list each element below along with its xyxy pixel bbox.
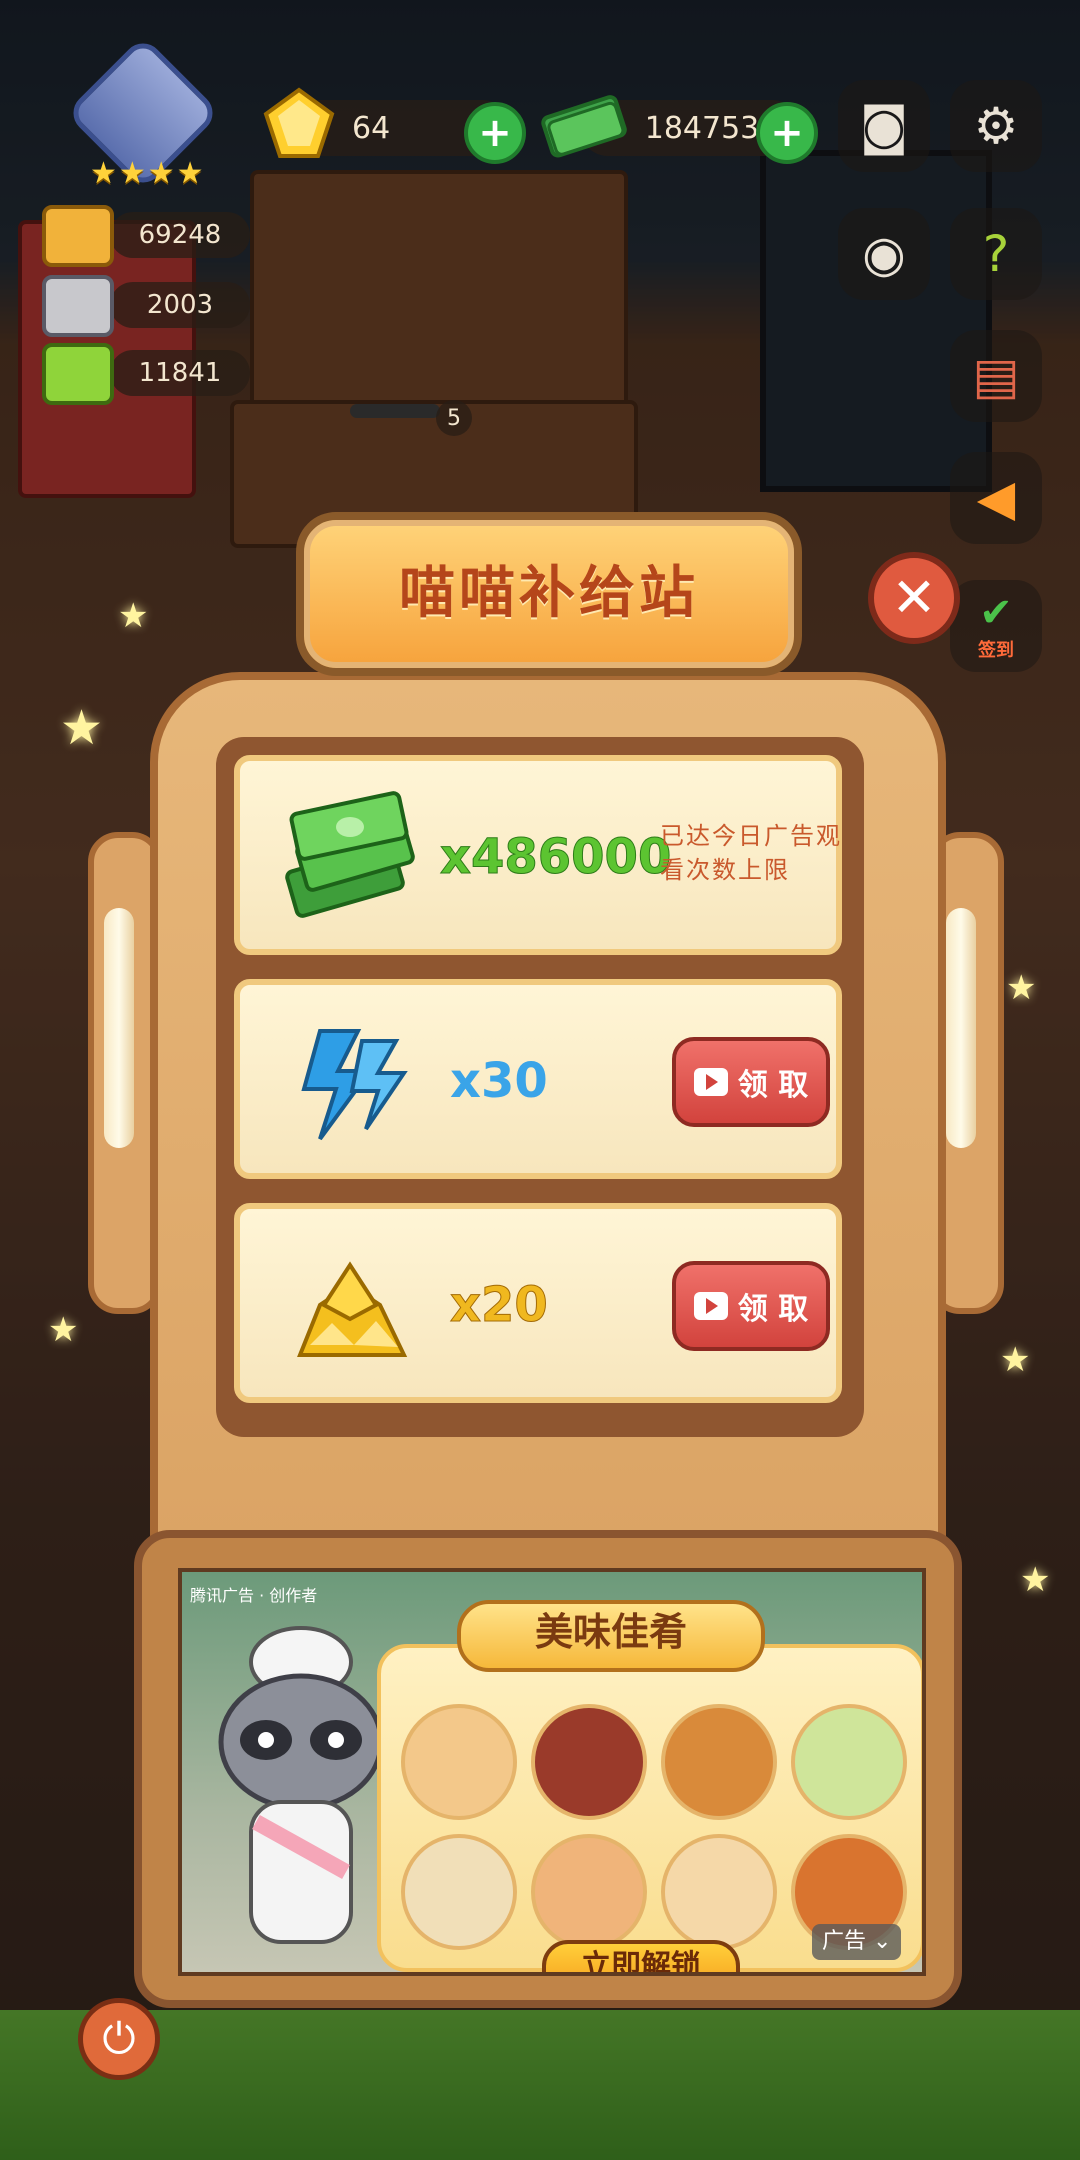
dish-crab-icon	[401, 1704, 517, 1820]
supply-station-dialog: 喵喵补给站 ✕ x486000 已达今日广告观看次数上限 x30 领 取 x20…	[68, 512, 1012, 2022]
add-cash-button[interactable]: +	[756, 102, 818, 164]
progress-count-badge: 5	[436, 400, 472, 436]
ad-label-text: 广告	[822, 1929, 867, 1954]
reward-list: x486000 已达今日广告观看次数上限 x30 领 取 x20 领 取	[216, 737, 864, 1437]
cash-reward-quantity: x486000	[439, 829, 672, 886]
cash-icon	[541, 95, 627, 158]
ad-banner[interactable]: 腾讯广告 · 创作者 美味佳肴 立即解锁 广告 ⌄	[178, 1568, 926, 1976]
stat-bottom-value: 11841	[138, 358, 222, 388]
stat-top-value: 69248	[138, 220, 222, 250]
cash-stack-icon	[285, 791, 415, 918]
dish-dumpling-icon	[401, 1834, 517, 1950]
gem-icon	[263, 87, 335, 158]
video-play-icon	[693, 1068, 728, 1096]
dish-shrimp-soup-icon	[661, 1834, 777, 1950]
book-question-icon: ?	[982, 225, 1010, 283]
dish-roast-icon	[661, 1704, 777, 1820]
claim-gold-label: 领 取	[737, 1292, 809, 1327]
stat-mid-value: 2003	[146, 290, 214, 320]
dish-braised-pork-icon	[531, 1704, 647, 1820]
title-plate: 喵喵补给站	[296, 512, 802, 676]
recipe-book-icon: ▤	[972, 347, 1020, 405]
menu-panel	[377, 1644, 922, 1972]
sparkle-icon: ★	[1020, 1560, 1051, 1600]
menu-banner-title: 美味佳肴	[457, 1600, 765, 1672]
announcement-button[interactable]: ◀	[950, 452, 1042, 544]
ad-limit-notice: 已达今日广告观看次数上限	[660, 822, 842, 884]
settings-button[interactable]: ⚙	[950, 80, 1042, 172]
unlock-now-button[interactable]: 立即解锁	[542, 1940, 740, 1972]
star-rating-icon: ★★★★	[90, 156, 206, 191]
menu-card: 美味佳肴 立即解锁	[377, 1600, 922, 1972]
dish-noodles-icon	[531, 1834, 647, 1950]
ticket-icon	[42, 343, 114, 405]
dish-icon	[42, 205, 114, 267]
ad-frame: 腾讯广告 · 创作者 美味佳肴 立即解锁 广告 ⌄	[134, 1530, 962, 2008]
energy-reward-quantity: x30	[450, 1053, 548, 1109]
reward-row-cash: x486000 已达今日广告观看次数上限	[234, 755, 842, 955]
eye-icon: ◉	[862, 225, 906, 283]
raccoon-chef-icon	[218, 1626, 384, 1944]
megaphone-icon: ◀	[976, 469, 1016, 527]
video-play-icon	[693, 1292, 728, 1320]
claim-gold-button[interactable]: 领 取	[672, 1261, 830, 1351]
power-icon: ⏻	[102, 2014, 136, 2063]
claim-energy-label: 领 取	[737, 1068, 809, 1103]
close-icon: ✕	[891, 566, 937, 629]
chevron-down-icon: ⌄	[873, 1929, 892, 1954]
add-gems-button[interactable]: +	[464, 102, 526, 164]
view-button[interactable]: ◉	[838, 208, 930, 300]
claim-energy-button[interactable]: 领 取	[672, 1037, 830, 1127]
ad-source-tags: 腾讯广告 · 创作者	[190, 1586, 318, 1605]
ad-label[interactable]: 广告 ⌄	[812, 1924, 902, 1960]
dish-salad-icon	[791, 1704, 907, 1820]
lightning-icon	[301, 1029, 408, 1141]
reward-row-energy: x30 领 取	[234, 979, 842, 1179]
cloche-icon	[42, 275, 114, 337]
help-book-button[interactable]: ?	[950, 208, 1042, 300]
gear-icon: ⚙	[973, 97, 1019, 155]
camera-button[interactable]: ◙	[838, 80, 930, 172]
power-button[interactable]: ⏻	[78, 1998, 160, 2080]
stat-pill-top: 69248	[110, 212, 250, 258]
cash-count: 184753	[644, 110, 760, 146]
recipe-book-button[interactable]: ▤	[950, 330, 1042, 422]
gold-pile-icon	[297, 1261, 408, 1357]
progress-count: 5	[447, 405, 461, 431]
stat-pill-bottom: 11841	[110, 350, 250, 396]
gold-reward-quantity: x20	[450, 1277, 549, 1334]
dialog-title: 喵喵补给站	[399, 561, 699, 626]
camera-icon: ◙	[859, 97, 909, 155]
reward-row-gold: x20 领 取	[234, 1203, 842, 1403]
progress-bar	[350, 404, 440, 418]
gem-count: 64	[352, 110, 391, 146]
level-badge[interactable]: ★★★★	[48, 35, 228, 191]
stat-pill-mid: 2003	[110, 282, 250, 328]
close-button[interactable]: ✕	[868, 552, 960, 644]
